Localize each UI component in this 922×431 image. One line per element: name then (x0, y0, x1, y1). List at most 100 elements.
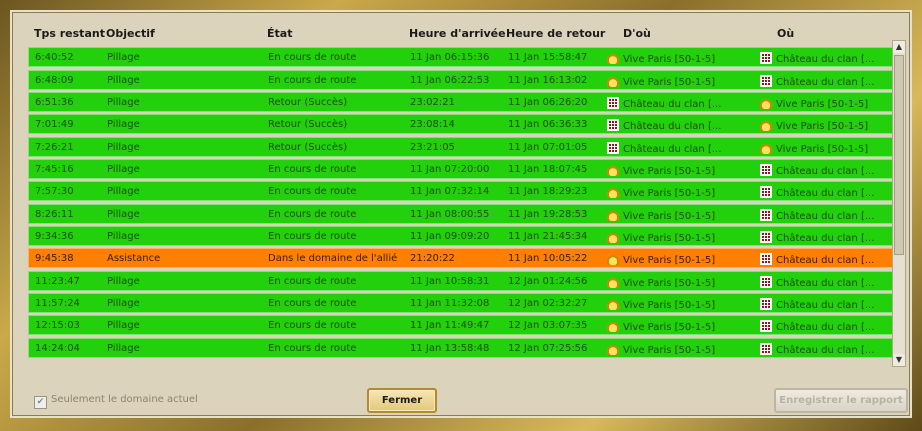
crown-icon (607, 208, 619, 221)
cell-etat-text: Retour (Succès) (268, 97, 348, 109)
table-row[interactable]: 7:57:30 Pillage En cours de route 11 Jan 07… (28, 181, 900, 202)
crown-icon (607, 231, 619, 244)
castle-icon (760, 52, 772, 65)
header-etat[interactable]: État (267, 27, 292, 40)
cell-objectif-text: Pillage (107, 231, 140, 243)
cell-ou: Château du clan [... (760, 74, 875, 88)
cell-tps-restant: 9:45:38 (35, 253, 74, 264)
cell-heure-retour-text: 11 Jan 18:29:23 (508, 186, 588, 198)
cell-ou-text: Château du clan [... (776, 166, 875, 178)
cell-etat: En cours de route (268, 209, 356, 220)
table-row[interactable]: 9:45:38 Assistance Dans le domaine de l'al… (28, 248, 900, 269)
cell-dou: Vive Paris [50-1-5] (607, 275, 715, 289)
cell-objectif-text: Assistance (107, 253, 161, 265)
cell-etat-text: En cours de route (268, 186, 357, 198)
cell-objectif: Pillage (107, 119, 140, 130)
table-row[interactable]: 8:26:11 Pillage En cours de route 11 Jan 08… (28, 203, 900, 224)
cell-heure-arrivee-text: 23:21:05 (410, 141, 455, 153)
cell-heure-retour: 12 Jan 01:24:56 (508, 276, 587, 287)
table-header: Tps restant Objectif État Heure d'arrivé… (22, 20, 902, 46)
cell-objectif: Pillage (107, 298, 140, 309)
table-row[interactable]: 6:40:52 Pillage En cours de route 11 Jan 06… (28, 47, 900, 68)
cell-ou: Vive Paris [50-1-5] (760, 141, 868, 155)
table-row[interactable]: 12:15:03 Pillage En cours de route 11 Jan 1… (28, 315, 900, 336)
table-row[interactable]: 7:01:49 Pillage Retour (Succès) 23:08:14 11 … (28, 114, 900, 135)
header-ou[interactable]: Où (777, 27, 794, 40)
table-row[interactable]: 9:34:36 Pillage En cours de route 11 Jan 09… (28, 226, 900, 247)
cell-tps-restant: 6:48:09 (35, 75, 74, 86)
table-row[interactable]: 6:51:36 Pillage Retour (Succès) 23:02:21 11 … (28, 92, 900, 113)
cell-tps-restant-text: 6:40:52 (35, 52, 74, 64)
scroll-down-icon[interactable]: ▼ (893, 354, 905, 366)
cell-tps-restant: 7:57:30 (35, 186, 74, 197)
table-row[interactable]: 11:57:24 Pillage En cours de route 11 Jan 1… (28, 293, 900, 314)
cell-ou-text: Vive Paris [50-1-5] (776, 99, 869, 111)
scroll-up-icon[interactable]: ▲ (893, 41, 905, 53)
table-row[interactable]: 11:23:47 Pillage En cours de route 11 Jan 1… (28, 270, 900, 291)
cell-ou-text: Vive Paris [50-1-5] (776, 121, 869, 133)
table-row[interactable]: 7:45:16 Pillage En cours de route 11 Jan 07… (28, 159, 900, 180)
cell-dou-text: Vive Paris [50-1-5] (623, 255, 716, 267)
cell-heure-retour: 11 Jan 19:28:53 (508, 209, 587, 220)
cell-heure-arrivee-text: 23:02:21 (410, 97, 455, 109)
table-row[interactable]: 6:48:09 Pillage En cours de route 11 Jan 06… (28, 69, 900, 90)
cell-etat: En cours de route (268, 52, 356, 63)
cell-ou-text: Château du clan [... (776, 76, 875, 88)
table-row[interactable]: 14:24:04 Pillage En cours de route 11 Jan 1… (28, 337, 900, 358)
cell-objectif-text: Pillage (107, 74, 140, 86)
cell-dou-text: Vive Paris [50-1-5] (623, 166, 716, 178)
cell-heure-arrivee: 23:08:14 (410, 119, 455, 130)
cell-heure-arrivee: 11 Jan 07:32:14 (410, 186, 489, 197)
checkbox-icon[interactable]: ✔ (34, 396, 47, 409)
cell-heure-arrivee-text: 11 Jan 06:15:36 (410, 52, 490, 64)
cell-objectif-text: Pillage (107, 97, 140, 109)
header-heure-arrivee[interactable]: Heure d'arrivée (409, 27, 506, 40)
cell-heure-arrivee: 23:02:21 (410, 97, 455, 108)
cell-etat: En cours de route (268, 320, 356, 331)
cell-etat-text: Retour (Succès) (268, 119, 348, 131)
cell-heure-arrivee: 11 Jan 08:00:55 (410, 209, 489, 220)
cell-ou: Château du clan [... (760, 208, 874, 222)
cell-heure-arrivee-text: 11 Jan 11:49:47 (410, 320, 490, 332)
cell-ou-text: Château du clan [... (776, 277, 875, 289)
crown-icon (607, 164, 619, 177)
cell-heure-arrivee-text: 11 Jan 13:58:48 (410, 342, 490, 354)
cell-heure-arrivee: 11 Jan 06:15:36 (410, 52, 489, 63)
cell-dou: Vive Paris [50-1-5] (607, 342, 715, 356)
crown-icon (607, 298, 619, 311)
cell-etat: En cours de route (268, 164, 356, 175)
cell-heure-arrivee: 11 Jan 13:58:48 (410, 343, 489, 354)
cell-tps-restant: 6:40:52 (35, 52, 74, 63)
current-domain-checkbox[interactable]: ✔ Seulement le domaine actuel (34, 394, 198, 409)
cell-etat-text: En cours de route (268, 231, 357, 243)
header-tps-restant[interactable]: Tps restant (34, 27, 105, 40)
cell-objectif: Pillage (107, 164, 140, 175)
table-row[interactable]: 7:26:21 Pillage Retour (Succès) 23:21:05 11 … (28, 136, 900, 157)
cell-ou: Château du clan [... (760, 298, 874, 311)
cell-etat-text: En cours de route (268, 320, 357, 332)
save-report-button[interactable]: Enregistrer le rapport (774, 388, 908, 413)
cell-ou: Château du clan [... (760, 164, 874, 177)
cell-etat: Dans le domaine de l'allié (268, 253, 397, 264)
header-dou[interactable]: D'où (623, 27, 651, 40)
cell-tps-restant: 9:34:36 (35, 231, 74, 242)
cell-heure-arrivee-text: 11 Jan 07:32:14 (410, 186, 490, 198)
header-heure-retour[interactable]: Heure de retour (506, 27, 605, 40)
cell-tps-restant-text: 12:15:03 (35, 320, 80, 332)
header-objectif[interactable]: Objectif (106, 27, 155, 40)
cell-tps-restant: 7:01:49 (35, 119, 74, 130)
cell-ou-text: Château du clan [... (776, 300, 875, 312)
cell-dou-text: Château du clan [... (623, 143, 722, 155)
cell-tps-restant-text: 9:45:38 (35, 253, 74, 265)
cell-etat: En cours de route (268, 75, 356, 86)
cell-heure-arrivee: 11 Jan 11:49:47 (410, 320, 489, 331)
castle-icon (760, 208, 772, 221)
close-button[interactable]: Fermer (367, 388, 437, 413)
cell-ou: Château du clan [... (760, 52, 874, 65)
crown-icon (607, 320, 619, 333)
scrollbar[interactable]: ▲ ▼ (892, 40, 906, 367)
cell-etat-text: En cours de route (268, 298, 357, 310)
cell-tps-restant-text: 11:23:47 (35, 275, 80, 287)
crown-icon (607, 275, 619, 288)
scrollbar-thumb[interactable] (894, 55, 904, 255)
